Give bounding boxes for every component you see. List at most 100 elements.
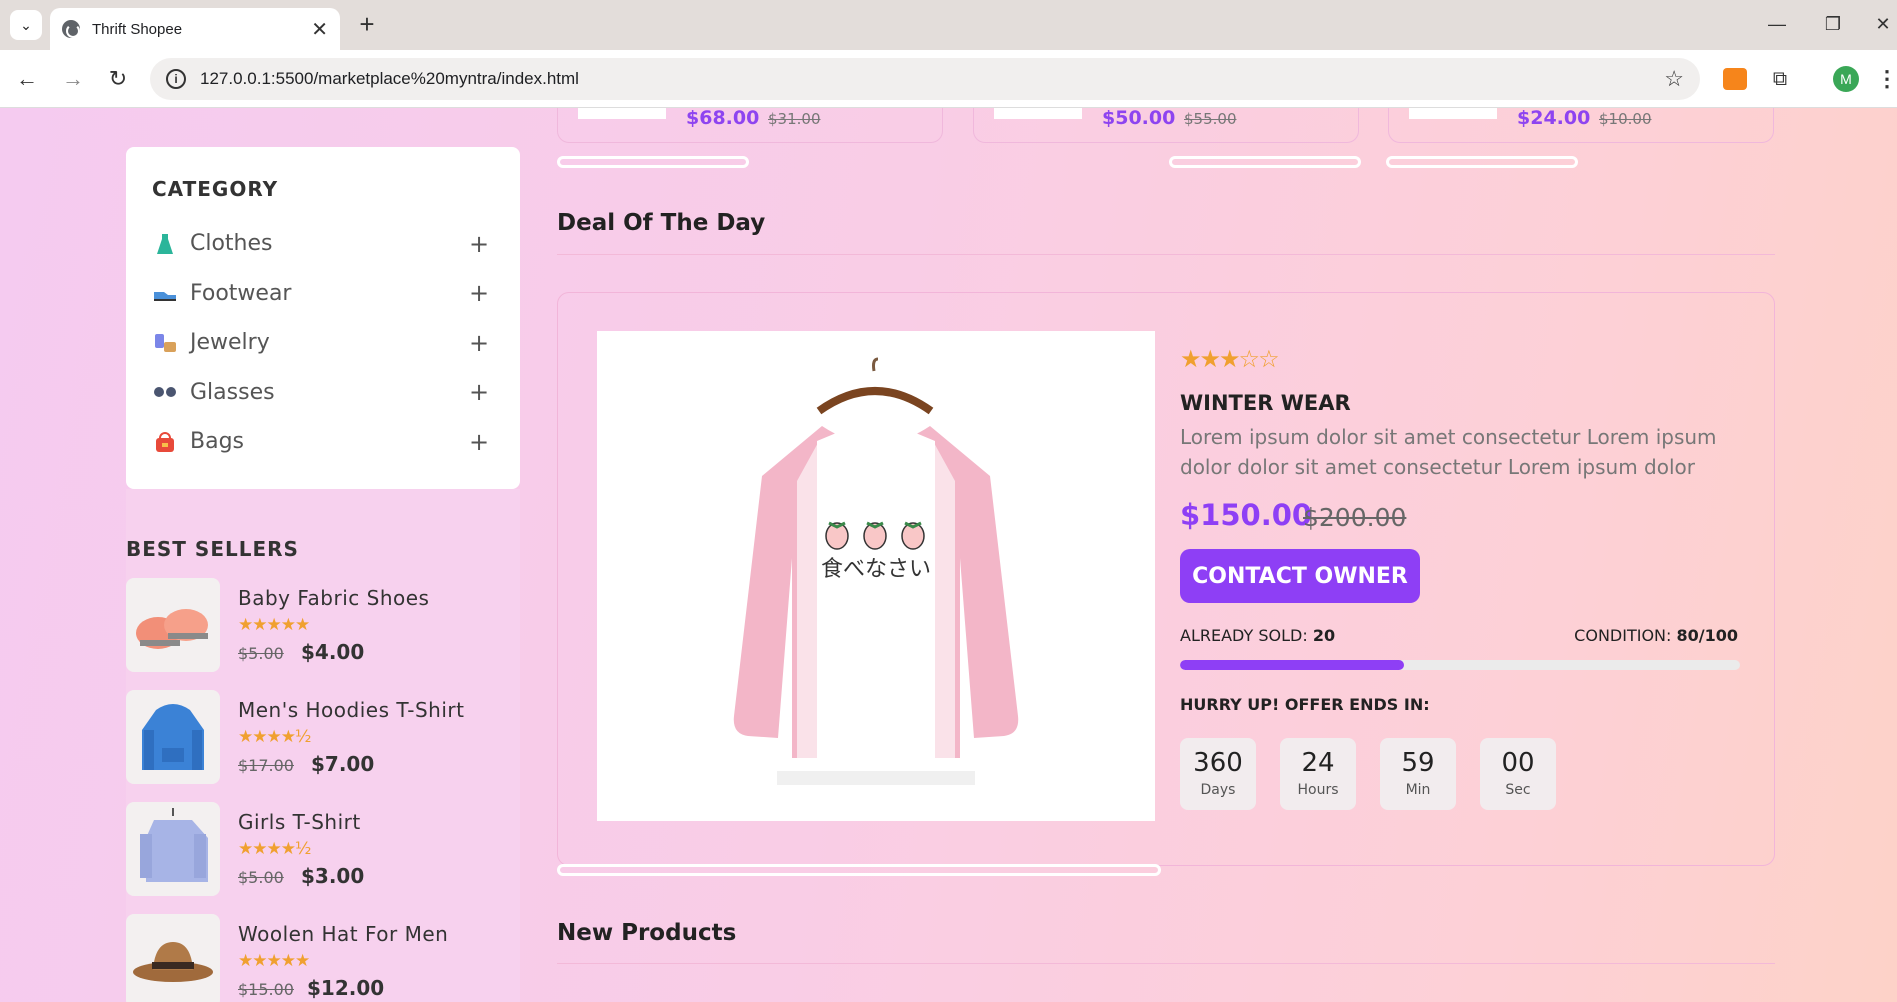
carousel-scrollbar[interactable] <box>1169 156 1361 168</box>
product-old-price: $31.00 <box>768 110 821 128</box>
condition-label: CONDITION: 80/100 <box>1574 626 1738 645</box>
category-label: Clothes <box>190 231 273 257</box>
category-item-clothes[interactable]: Clothes + <box>152 219 494 269</box>
globe-icon <box>62 20 80 38</box>
metamask-fox-icon[interactable] <box>1723 68 1747 90</box>
category-item-bags[interactable]: Bags + <box>152 417 494 467</box>
plus-icon[interactable]: + <box>464 279 494 307</box>
extensions-puzzle-icon[interactable]: ⧉ <box>1767 66 1793 92</box>
product-name[interactable]: Girls T-Shirt <box>238 810 361 834</box>
category-title: CATEGORY <box>152 177 279 201</box>
countdown-unit: Days <box>1200 782 1236 798</box>
rating-stars: ★★★★½ <box>238 727 311 747</box>
chevron-down-icon: ⌄ <box>20 16 32 33</box>
browser-tab-bar: ⌄ Thrift Shopee ✕ + — ❐ ✕ <box>0 0 1897 50</box>
best-sellers-title: BEST SELLERS <box>126 537 299 561</box>
product-old-price: $55.00 <box>1184 110 1237 128</box>
omnibox[interactable]: i 127.0.0.1:5500/marketplace%20myntra/in… <box>150 58 1700 100</box>
category-panel: CATEGORY Clothes + Footwear + Jewelry + <box>126 147 520 489</box>
product-price: $4.00 <box>301 640 365 664</box>
restore-button[interactable]: ❐ <box>1813 8 1853 40</box>
product-price: $24.00 <box>1517 108 1591 129</box>
product-thumbnail <box>994 108 1082 119</box>
product-thumbnail <box>1409 108 1497 119</box>
plus-icon[interactable]: + <box>464 428 494 456</box>
best-seller-item[interactable]: Woolen Hat For Men ★★★★★ $15.00 $12.00 <box>126 914 520 1002</box>
countdown-value: 24 <box>1301 748 1335 778</box>
product-price: $7.00 <box>311 752 375 776</box>
reload-button[interactable]: ↻ <box>103 64 133 94</box>
countdown-unit: Sec <box>1505 782 1531 798</box>
countdown-days: 360 Days <box>1180 738 1256 810</box>
plus-icon[interactable]: + <box>464 378 494 406</box>
jewelry-icon <box>155 333 176 352</box>
category-label: Footwear <box>190 280 292 306</box>
best-sellers-panel: BEST SELLERS Baby Fabric Shoes ★★★★★ $5.… <box>126 489 520 1002</box>
deal-product-name[interactable]: WINTER WEAR <box>1180 391 1351 415</box>
product-name[interactable]: Baby Fabric Shoes <box>238 586 429 610</box>
bookmark-star-icon[interactable]: ☆ <box>1664 66 1684 92</box>
deal-section-title: Deal Of The Day <box>557 210 766 236</box>
product-old-price: $5.00 <box>238 868 284 887</box>
url-text[interactable]: 127.0.0.1:5500/marketplace%20myntra/inde… <box>200 69 1664 89</box>
deal-old-price: $200.00 <box>1303 503 1407 532</box>
deal-product-image[interactable]: 食べなさい <box>597 331 1155 821</box>
deal-carousel-scrollbar[interactable] <box>557 864 1161 876</box>
countdown-value: 59 <box>1401 748 1435 778</box>
already-sold-label: ALREADY SOLD: 20 <box>1180 626 1336 645</box>
product-card[interactable]: $68.00 $31.00 <box>557 108 943 143</box>
category-item-jewelry[interactable]: Jewelry + <box>152 318 494 368</box>
plus-icon[interactable]: + <box>464 230 494 258</box>
product-price: $50.00 <box>1102 108 1176 129</box>
back-button[interactable]: ← <box>12 64 42 94</box>
section-divider <box>557 254 1775 255</box>
product-name[interactable]: Men's Hoodies T-Shirt <box>238 698 464 722</box>
best-seller-item[interactable]: Men's Hoodies T-Shirt ★★★★½ $17.00 $7.00 <box>126 690 520 786</box>
product-name[interactable]: Woolen Hat For Men <box>238 922 448 946</box>
shirt-print-text: 食べなさい <box>821 557 931 582</box>
deal-description: Lorem ipsum dolor sit amet consectetur L… <box>1180 425 1717 479</box>
browser-tab[interactable]: Thrift Shopee ✕ <box>50 8 340 50</box>
best-seller-item[interactable]: Girls T-Shirt ★★★★½ $5.00 $3.00 <box>126 802 520 898</box>
carousel-scrollbar[interactable] <box>557 156 749 168</box>
kebab-menu-icon[interactable]: ⋮ <box>1876 66 1897 92</box>
shoe-icon <box>154 292 176 302</box>
product-card[interactable]: $50.00 $55.00 <box>973 108 1359 143</box>
deal-card: 食べなさい ★★★☆☆ WINTER WEAR Lorem ipsum dolo… <box>557 292 1775 866</box>
tab-search-dropdown[interactable]: ⌄ <box>10 10 42 40</box>
offer-ends-label: HURRY UP! OFFER ENDS IN: <box>1180 695 1430 714</box>
new-tab-button[interactable]: + <box>352 10 382 40</box>
countdown-hours: 24 Hours <box>1280 738 1356 810</box>
category-label: Jewelry <box>190 330 270 356</box>
countdown-unit: Min <box>1405 782 1431 798</box>
address-bar-row: ← → ↻ i 127.0.0.1:5500/marketplace%20myn… <box>0 50 1897 108</box>
plus-icon[interactable]: + <box>464 329 494 357</box>
category-item-footwear[interactable]: Footwear + <box>152 269 494 319</box>
close-icon[interactable]: ✕ <box>311 17 328 42</box>
product-card[interactable]: $24.00 $10.00 <box>1388 108 1774 143</box>
product-thumbnail <box>126 802 220 896</box>
sold-progress-bar <box>1180 660 1740 670</box>
info-icon[interactable]: i <box>166 69 186 89</box>
new-products-title: New Products <box>557 920 737 946</box>
carousel-scrollbar[interactable] <box>1386 156 1578 168</box>
already-sold-value: 20 <box>1312 626 1336 645</box>
minimize-button[interactable]: — <box>1757 8 1797 40</box>
profile-avatar[interactable]: M <box>1833 66 1859 92</box>
contact-owner-button[interactable]: CONTACT OWNER <box>1180 549 1420 603</box>
product-old-price: $5.00 <box>238 644 284 663</box>
category-label: Bags <box>190 429 245 455</box>
countdown-value: 360 <box>1193 748 1243 778</box>
product-old-price: $15.00 <box>238 980 294 999</box>
section-divider <box>557 963 1775 964</box>
forward-button[interactable]: → <box>58 64 88 94</box>
dress-icon <box>157 233 173 254</box>
product-thumbnail <box>126 690 220 784</box>
deal-price: $150.00 <box>1180 498 1313 532</box>
category-item-glasses[interactable]: Glasses + <box>152 368 494 418</box>
window-close-button[interactable]: ✕ <box>1869 8 1897 40</box>
product-thumbnail <box>578 108 666 119</box>
glasses-icon <box>154 387 176 398</box>
best-seller-item[interactable]: Baby Fabric Shoes ★★★★★ $5.00 $4.00 <box>126 578 520 674</box>
product-old-price: $10.00 <box>1599 110 1652 128</box>
